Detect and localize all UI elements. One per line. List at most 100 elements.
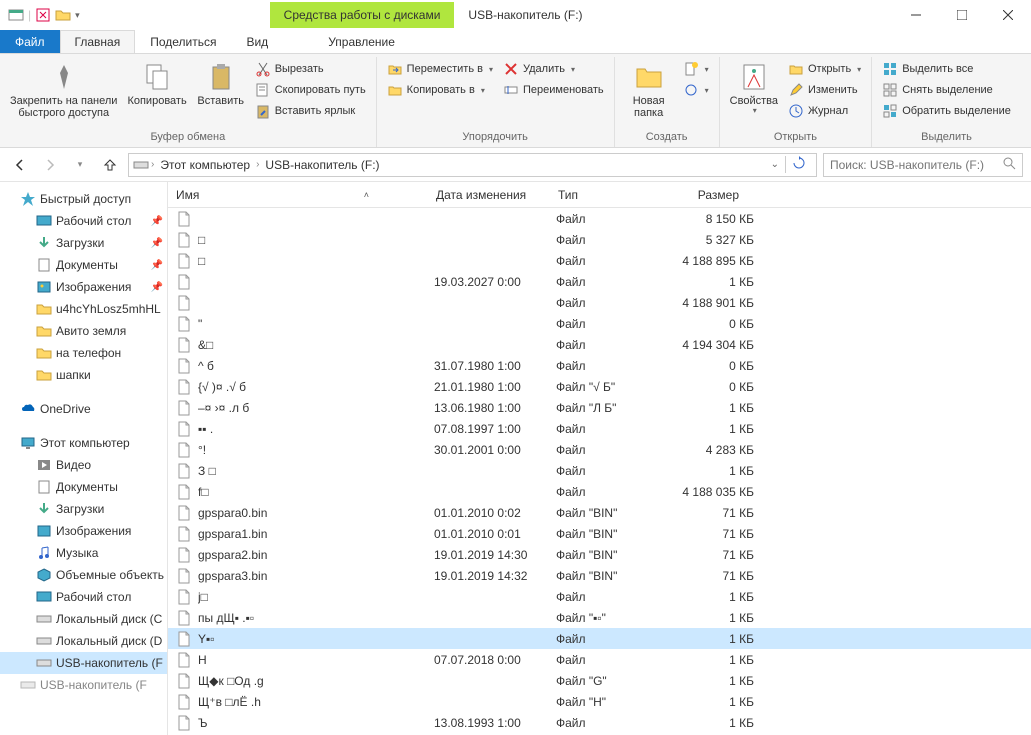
file-row[interactable]: пы дЩ▪ .▪▫Файл "▪▫"1 КБ (168, 607, 1031, 628)
nav-local-disk-c[interactable]: Локальный диск (C (0, 608, 167, 630)
copy-to-button[interactable]: Копировать в▾ (383, 80, 497, 100)
nav-desktop2[interactable]: Рабочий стол (0, 586, 167, 608)
refresh-button[interactable] (785, 156, 812, 173)
file-row[interactable]: Щ⁺в □лЁ .hФайл "H"1 КБ (168, 691, 1031, 712)
file-row[interactable]: –¤ ›¤ .л б13.06.1980 1:00Файл "Л Б"1 КБ (168, 397, 1031, 418)
new-item-button[interactable]: ▾ (679, 59, 713, 79)
properties-qat-icon[interactable] (35, 7, 51, 23)
folder-qat-icon[interactable] (55, 7, 71, 23)
rename-button[interactable]: Переименовать (499, 80, 608, 100)
nav-onedrive[interactable]: OneDrive (0, 398, 167, 420)
address-dropdown-icon[interactable]: ⌄ (767, 159, 783, 170)
file-row[interactable]: □Файл4 188 895 КБ (168, 250, 1031, 271)
paste-button[interactable]: Вставить (193, 59, 249, 109)
nav-quick-access[interactable]: Быстрый доступ (0, 188, 167, 210)
file-row[interactable]: °!30.01.2001 0:00Файл4 283 КБ (168, 439, 1031, 460)
file-row[interactable]: Ъ13.08.1993 1:00Файл1 КБ (168, 712, 1031, 733)
file-row[interactable]: gpspara2.bin19.01.2019 14:30Файл "BIN"71… (168, 544, 1031, 565)
close-button[interactable] (985, 0, 1031, 30)
nav-folder-custom1[interactable]: u4hcYhLosz5mhHL (0, 298, 167, 320)
file-name: {√ )¤ .√ б (198, 380, 434, 394)
file-row[interactable]: gpspara0.bin01.01.2010 0:02Файл "BIN"71 … (168, 502, 1031, 523)
file-row[interactable]: {√ )¤ .√ б21.01.1980 1:00Файл "√ Б"0 КБ (168, 376, 1031, 397)
file-row[interactable]: j□Файл1 КБ (168, 586, 1031, 607)
edit-button[interactable]: Изменить (784, 80, 865, 100)
invert-selection-button[interactable]: Обратить выделение (878, 101, 1015, 121)
file-row[interactable]: Н07.07.2018 0:00Файл1 КБ (168, 649, 1031, 670)
search-input[interactable] (830, 158, 1002, 172)
breadcrumb-current[interactable]: USB-накопитель (F:) (261, 156, 383, 174)
pin-icon: 📌 (151, 238, 163, 249)
recent-locations-button[interactable]: ▾ (68, 153, 92, 177)
file-row[interactable]: &□Файл4 194 304 КБ (168, 334, 1031, 355)
delete-button[interactable]: Удалить▾ (499, 59, 608, 79)
maximize-button[interactable] (939, 0, 985, 30)
tab-share[interactable]: Поделиться (135, 30, 231, 53)
minimize-button[interactable] (893, 0, 939, 30)
nav-videos[interactable]: Видео (0, 454, 167, 476)
new-folder-button[interactable]: Новая папка (621, 59, 677, 121)
tab-view[interactable]: Вид (231, 30, 283, 53)
column-header-name[interactable]: Имя˄ (168, 184, 428, 206)
file-row[interactable]: f□Файл4 188 035 КБ (168, 481, 1031, 502)
nav-downloads[interactable]: Загрузки📌 (0, 232, 167, 254)
file-row[interactable]: З □Файл1 КБ (168, 460, 1031, 481)
nav-folder-custom2[interactable]: Авито земля (0, 320, 167, 342)
search-box[interactable] (823, 153, 1023, 177)
nav-downloads2[interactable]: Загрузки (0, 498, 167, 520)
nav-usb-drive-f[interactable]: USB-накопитель (F (0, 652, 167, 674)
tab-manage[interactable]: Управление (313, 30, 410, 53)
properties-button[interactable]: Свойства ▾ (726, 59, 782, 118)
open-button[interactable]: Открыть▾ (784, 59, 865, 79)
nav-folder-custom3[interactable]: на телефон (0, 342, 167, 364)
nav-documents[interactable]: Документы📌 (0, 254, 167, 276)
history-icon (788, 103, 804, 119)
move-to-button[interactable]: Переместить в▾ (383, 59, 497, 79)
cut-button[interactable]: Вырезать (251, 59, 370, 79)
nav-local-disk-d[interactable]: Локальный диск (D (0, 630, 167, 652)
nav-3d-objects[interactable]: Объемные объекть (0, 564, 167, 586)
nav-pictures[interactable]: Изображения📌 (0, 276, 167, 298)
nav-documents2[interactable]: Документы (0, 476, 167, 498)
history-button[interactable]: Журнал (784, 101, 865, 121)
select-all-button[interactable]: Выделить все (878, 59, 1015, 79)
nav-pictures2[interactable]: Изображения (0, 520, 167, 542)
file-row[interactable]: gpspara3.bin19.01.2019 14:32Файл "BIN"71… (168, 565, 1031, 586)
back-button[interactable] (8, 153, 32, 177)
file-row[interactable]: "Файл0 КБ (168, 313, 1031, 334)
file-row[interactable]: Щ◆к □Од .gФайл "G"1 КБ (168, 670, 1031, 691)
file-row[interactable]: ▪▪ .07.08.1997 1:00Файл1 КБ (168, 418, 1031, 439)
chevron-right-icon[interactable]: › (151, 159, 154, 170)
copy-button[interactable]: Копировать (123, 59, 190, 109)
qat-dropdown-icon[interactable]: ▾ (75, 10, 80, 21)
nav-this-pc[interactable]: Этот компьютер (0, 432, 167, 454)
paste-shortcut-button[interactable]: Вставить ярлык (251, 101, 370, 121)
column-header-size[interactable]: Размер (668, 184, 748, 206)
file-row[interactable]: ^ б31.07.1980 1:00Файл0 КБ (168, 355, 1031, 376)
nav-music[interactable]: Музыка (0, 542, 167, 564)
pictures-icon (36, 279, 52, 295)
file-row[interactable]: 19.03.2027 0:00Файл1 КБ (168, 271, 1031, 292)
file-list[interactable]: Файл8 150 КБ□Файл5 327 КБ□Файл4 188 895 … (168, 208, 1031, 735)
nav-usb-drive-f2[interactable]: USB-накопитель (F (0, 674, 167, 696)
file-row[interactable]: gpspara1.bin01.01.2010 0:01Файл "BIN"71 … (168, 523, 1031, 544)
select-none-button[interactable]: Снять выделение (878, 80, 1015, 100)
up-button[interactable] (98, 153, 122, 177)
file-row[interactable]: Файл8 150 КБ (168, 208, 1031, 229)
file-row[interactable]: Файл4 188 901 КБ (168, 292, 1031, 313)
column-header-date[interactable]: Дата изменения (428, 184, 550, 206)
file-row[interactable]: Y▪▫Файл1 КБ (168, 628, 1031, 649)
nav-folder-custom4[interactable]: шапки (0, 364, 167, 386)
tab-file[interactable]: Файл (0, 30, 60, 53)
file-row[interactable]: □Файл5 327 КБ (168, 229, 1031, 250)
column-header-type[interactable]: Тип (550, 184, 668, 206)
copy-path-button[interactable]: Скопировать путь (251, 80, 370, 100)
pin-to-quick-access-button[interactable]: Закрепить на панели быстрого доступа (6, 59, 121, 121)
tab-home[interactable]: Главная (60, 30, 136, 53)
forward-button[interactable] (38, 153, 62, 177)
address-bar[interactable]: › Этот компьютер › USB-накопитель (F:) ⌄ (128, 153, 817, 177)
easy-access-button[interactable]: ▾ (679, 80, 713, 100)
chevron-right-icon[interactable]: › (256, 159, 259, 170)
nav-desktop[interactable]: Рабочий стол📌 (0, 210, 167, 232)
breadcrumb-this-pc[interactable]: Этот компьютер (156, 156, 254, 174)
